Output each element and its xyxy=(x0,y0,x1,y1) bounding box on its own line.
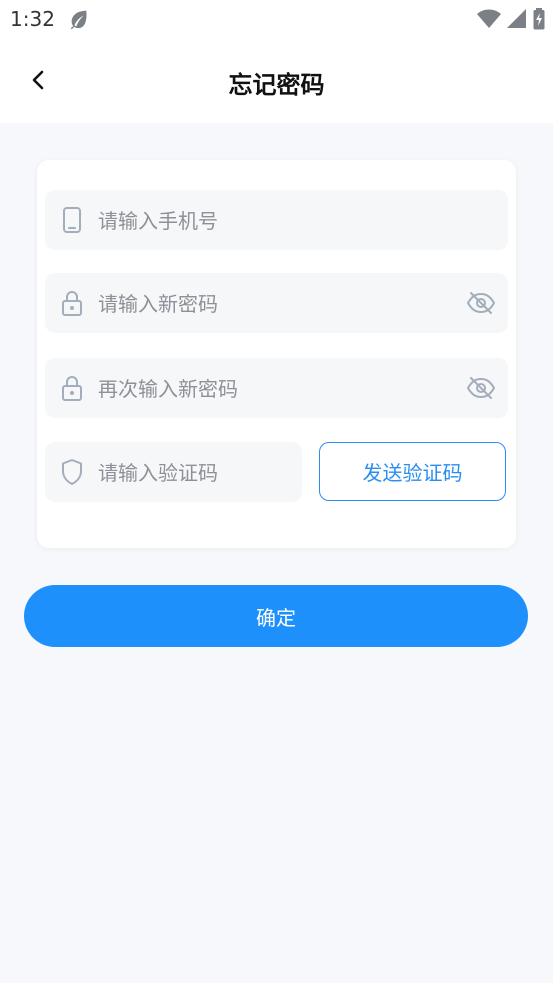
send-code-button[interactable]: 发送验证码 xyxy=(319,442,506,501)
status-bar: 1:32 xyxy=(0,0,553,40)
confirm-password-input[interactable] xyxy=(96,358,440,420)
verification-code-field xyxy=(45,442,302,504)
leaf-icon xyxy=(70,10,87,30)
lock-icon xyxy=(62,376,82,401)
eye-hidden-icon[interactable] xyxy=(466,375,496,401)
confirm-button[interactable]: 确定 xyxy=(24,585,528,647)
eye-hidden-icon[interactable] xyxy=(466,290,496,316)
phone-input[interactable] xyxy=(96,190,490,252)
signal-icon xyxy=(507,9,526,28)
form-card: 发送验证码 xyxy=(37,160,516,548)
phone-field xyxy=(45,190,508,252)
verification-code-input[interactable] xyxy=(96,442,295,504)
battery-icon xyxy=(533,8,545,30)
system-icons xyxy=(477,8,545,30)
new-password-field xyxy=(45,273,508,335)
status-time: 1:32 xyxy=(10,7,55,31)
app-header: 忘记密码 xyxy=(0,40,553,123)
wifi-icon xyxy=(477,9,501,28)
lock-icon xyxy=(62,291,82,316)
confirm-password-field xyxy=(45,358,508,420)
new-password-input[interactable] xyxy=(96,273,440,335)
page-title: 忘记密码 xyxy=(228,71,325,99)
shield-icon xyxy=(62,459,82,485)
phone-icon xyxy=(63,207,81,233)
